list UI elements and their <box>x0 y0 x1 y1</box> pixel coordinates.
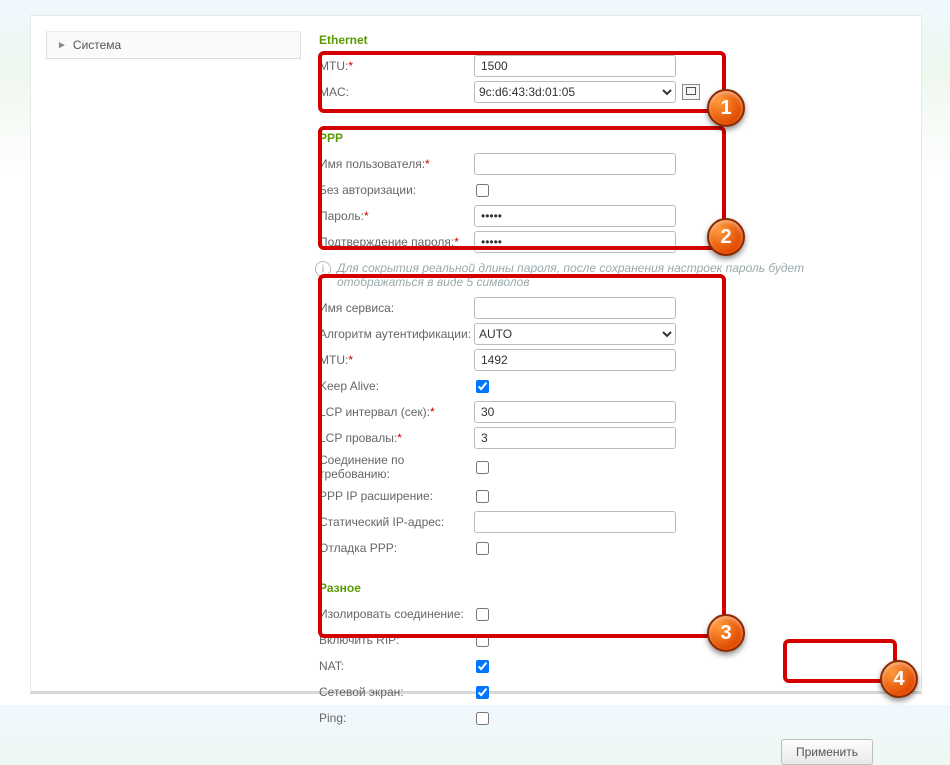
label-misc-nat: NAT: <box>319 659 344 673</box>
checkbox-ppp-debug[interactable] <box>476 542 489 555</box>
input-ppp-lcp-int[interactable] <box>474 401 676 423</box>
label-ppp-mtu: MTU: <box>319 353 348 367</box>
apply-button[interactable]: Применить <box>781 739 873 765</box>
password-note: i Для сокрытия реальной длины пароля, по… <box>311 255 881 295</box>
checkbox-misc-nat[interactable] <box>476 660 489 673</box>
label-ppp-service: Имя сервиса: <box>319 301 394 315</box>
chevron-right-icon: ► <box>57 40 67 51</box>
label-ppp-keepalive: Keep Alive: <box>319 379 379 393</box>
label-misc-isolate: Изолировать соединение: <box>319 607 464 621</box>
section-title-ethernet: Ethernet <box>319 33 881 47</box>
label-ppp-lcp-int: LCP интервал (сек): <box>319 405 430 419</box>
select-eth-mac[interactable]: 9c:d6:43:3d:01:05 <box>474 81 676 103</box>
label-eth-mtu: MTU: <box>319 59 348 73</box>
label-eth-mac: MAC: <box>319 85 349 99</box>
select-ppp-auth[interactable]: AUTO <box>474 323 676 345</box>
password-note-text: Для сокрытия реальной длины пароля, посл… <box>337 261 873 289</box>
label-ppp-ipext: PPP IP расширение: <box>319 489 433 503</box>
label-ppp-staticip: Статический IP-адрес: <box>319 515 444 529</box>
clone-mac-icon[interactable] <box>682 84 700 100</box>
checkbox-ppp-noauth[interactable] <box>476 184 489 197</box>
checkbox-ppp-ipext[interactable] <box>476 490 489 503</box>
checkbox-ppp-ondemand[interactable] <box>476 461 489 474</box>
sidebar-item-label: Система <box>73 38 121 52</box>
checkbox-misc-fw[interactable] <box>476 686 489 699</box>
main-content: Ethernet MTU:* MAC: 9c:d6:43:3d:01:05 PP… <box>311 21 881 765</box>
label-misc-fw: Сетевой экран: <box>319 685 404 699</box>
label-ppp-ondemand: Соединение по требованию: <box>319 453 404 481</box>
input-ppp-user[interactable] <box>474 153 676 175</box>
label-misc-ping: Ping: <box>319 711 346 725</box>
section-title-ppp: PPP <box>319 131 881 145</box>
input-ppp-staticip[interactable] <box>474 511 676 533</box>
label-misc-rip: Включить RIP: <box>319 633 400 647</box>
input-ppp-pass[interactable] <box>474 205 676 227</box>
app-frame: ► Система Ethernet MTU:* MAC: 9c:d6:43:3… <box>30 15 922 694</box>
sidebar: ► Система <box>46 31 301 59</box>
checkbox-misc-isolate[interactable] <box>476 608 489 621</box>
checkbox-ppp-keepalive[interactable] <box>476 380 489 393</box>
input-ppp-service[interactable] <box>474 297 676 319</box>
sidebar-item-system[interactable]: ► Система <box>46 31 301 59</box>
label-ppp-pass: Пароль: <box>319 209 364 223</box>
input-ppp-lcp-fail[interactable] <box>474 427 676 449</box>
label-ppp-noauth: Без авторизации: <box>319 183 416 197</box>
label-ppp-auth: Алгоритм аутентификации: <box>319 327 471 341</box>
checkbox-misc-ping[interactable] <box>476 712 489 725</box>
label-ppp-lcp-fail: LCP провалы: <box>319 431 397 445</box>
input-ppp-pass2[interactable] <box>474 231 676 253</box>
label-ppp-pass2: Подтверждение пароля: <box>319 235 454 249</box>
label-ppp-user: Имя пользователя: <box>319 157 425 171</box>
checkbox-misc-rip[interactable] <box>476 634 489 647</box>
label-ppp-debug: Отладка PPP: <box>319 541 397 555</box>
info-icon: i <box>315 261 331 277</box>
section-title-misc: Разное <box>319 581 881 595</box>
input-eth-mtu[interactable] <box>474 55 676 77</box>
input-ppp-mtu[interactable] <box>474 349 676 371</box>
